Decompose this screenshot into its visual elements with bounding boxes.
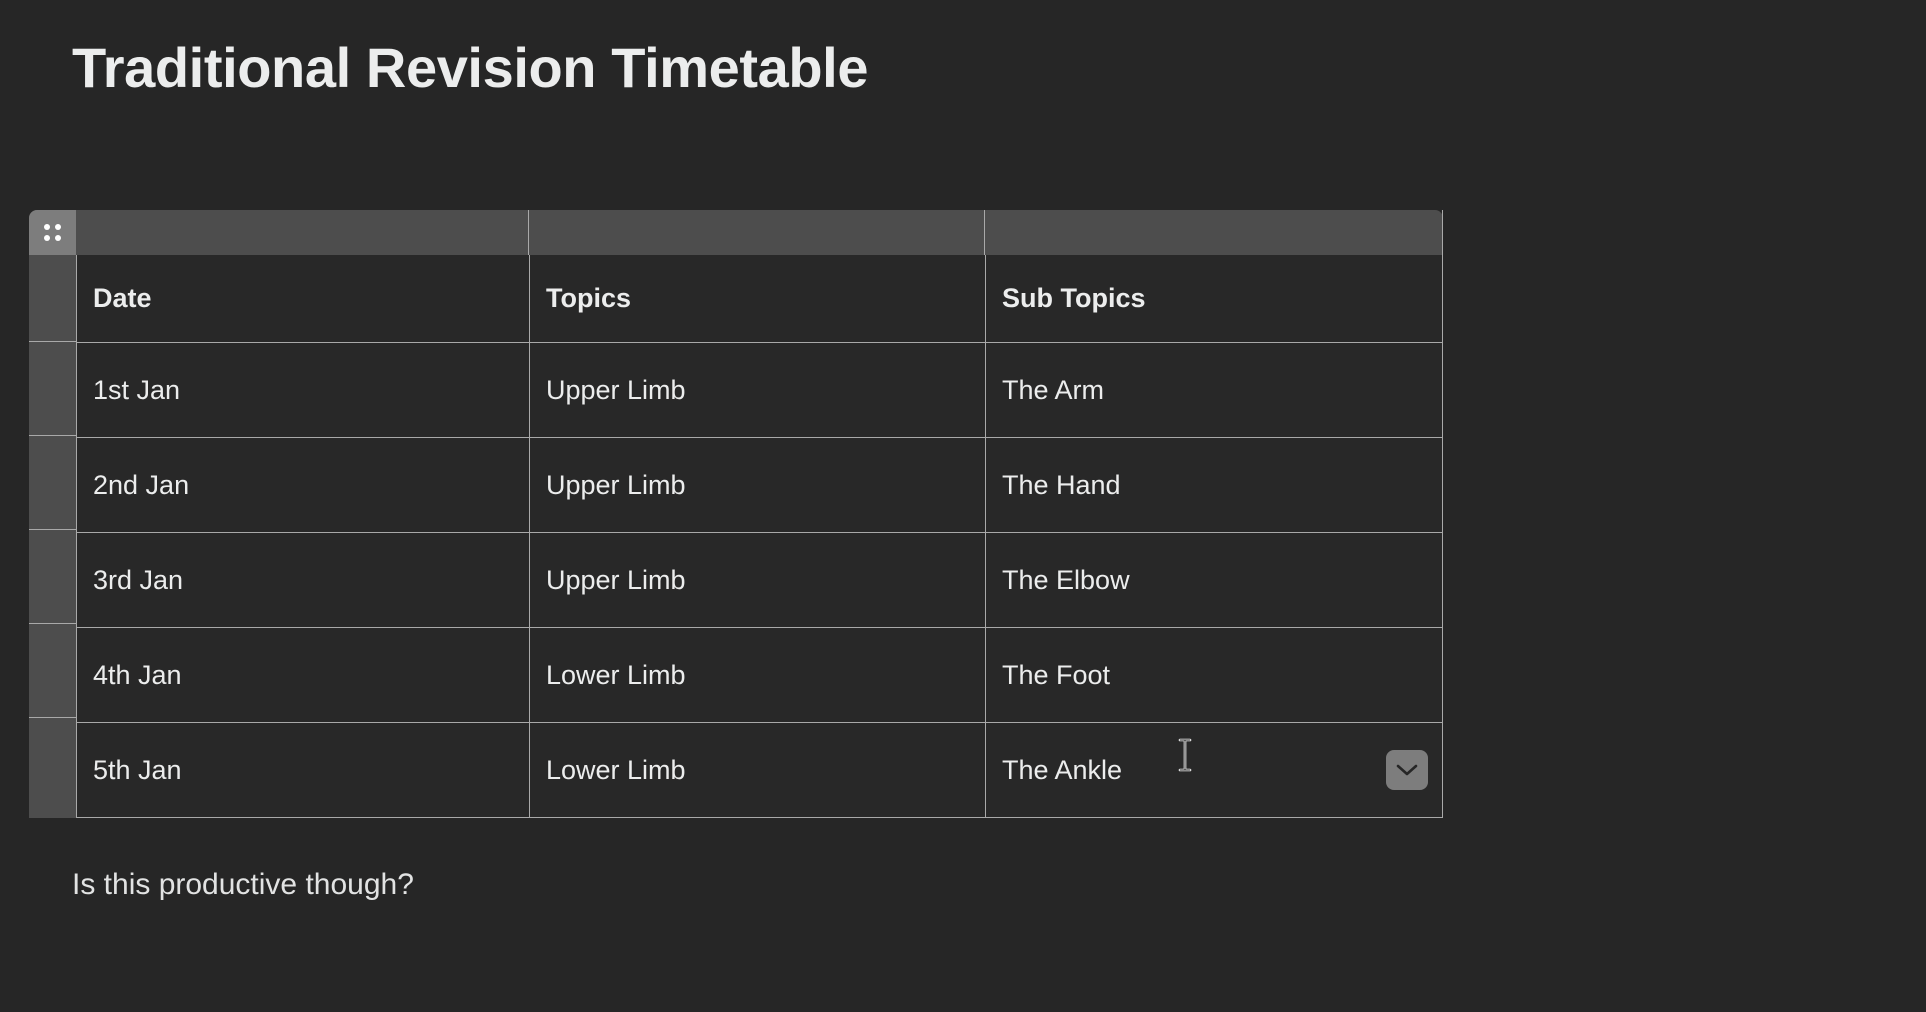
table-grid: Date Topics Sub Topics 1st Jan Upper Lim… bbox=[76, 255, 1443, 818]
table-column-drag-strip[interactable] bbox=[29, 210, 1443, 255]
drag-dot bbox=[55, 224, 61, 230]
column-drag-handle-topics[interactable] bbox=[529, 210, 985, 255]
column-drag-handle-date[interactable] bbox=[29, 210, 529, 255]
cell-topic[interactable]: Lower Limb bbox=[530, 628, 986, 722]
cell-subtopic[interactable]: The Arm bbox=[986, 343, 1442, 437]
revision-timetable-table: Date Topics Sub Topics 1st Jan Upper Lim… bbox=[29, 210, 1443, 818]
cell-date[interactable]: 5th Jan bbox=[77, 723, 530, 817]
cell-topic[interactable]: Upper Limb bbox=[530, 438, 986, 532]
cell-topic[interactable]: Lower Limb bbox=[530, 723, 986, 817]
table-row: 3rd Jan Upper Limb The Elbow bbox=[77, 533, 1442, 628]
row-handle[interactable] bbox=[29, 624, 76, 718]
cell-subtopic-text: The Ankle bbox=[1002, 754, 1123, 785]
column-drag-handle-subtopics[interactable] bbox=[985, 210, 1443, 255]
row-handle[interactable] bbox=[29, 436, 76, 530]
cell-subtopic[interactable]: The Ankle bbox=[986, 723, 1442, 817]
table-row: 5th Jan Lower Limb The Ankle bbox=[77, 723, 1442, 817]
table-header-row: Date Topics Sub Topics bbox=[77, 255, 1442, 343]
cell-subtopic[interactable]: The Hand bbox=[986, 438, 1442, 532]
row-handle-header[interactable] bbox=[29, 255, 76, 342]
page-title: Traditional Revision Timetable bbox=[72, 36, 869, 99]
cell-date[interactable]: 1st Jan bbox=[77, 343, 530, 437]
drag-dot bbox=[44, 224, 50, 230]
chevron-down-icon bbox=[1396, 764, 1418, 776]
table-body: Date Topics Sub Topics 1st Jan Upper Lim… bbox=[29, 255, 1443, 818]
drag-dot bbox=[44, 235, 50, 241]
cell-date[interactable]: 4th Jan bbox=[77, 628, 530, 722]
table-row: 2nd Jan Upper Limb The Hand bbox=[77, 438, 1442, 533]
cell-topic[interactable]: Upper Limb bbox=[530, 343, 986, 437]
drag-dot bbox=[55, 235, 61, 241]
column-header-subtopics[interactable]: Sub Topics bbox=[986, 255, 1442, 342]
table-drag-handle[interactable] bbox=[29, 210, 76, 255]
row-handle[interactable] bbox=[29, 530, 76, 624]
cell-subtopic[interactable]: The Elbow bbox=[986, 533, 1442, 627]
row-handle[interactable] bbox=[29, 342, 76, 436]
table-row: 4th Jan Lower Limb The Foot bbox=[77, 628, 1442, 723]
cell-date[interactable]: 3rd Jan bbox=[77, 533, 530, 627]
cell-subtopic[interactable]: The Foot bbox=[986, 628, 1442, 722]
column-header-date[interactable]: Date bbox=[77, 255, 530, 342]
column-header-topics[interactable]: Topics bbox=[530, 255, 986, 342]
caption-text: Is this productive though? bbox=[72, 868, 414, 901]
row-expand-button[interactable] bbox=[1386, 750, 1428, 790]
cell-topic[interactable]: Upper Limb bbox=[530, 533, 986, 627]
row-handle-gutter[interactable] bbox=[29, 255, 76, 818]
row-handle[interactable] bbox=[29, 718, 76, 812]
cell-date[interactable]: 2nd Jan bbox=[77, 438, 530, 532]
table-row: 1st Jan Upper Limb The Arm bbox=[77, 343, 1442, 438]
drag-dots-icon bbox=[44, 224, 61, 241]
